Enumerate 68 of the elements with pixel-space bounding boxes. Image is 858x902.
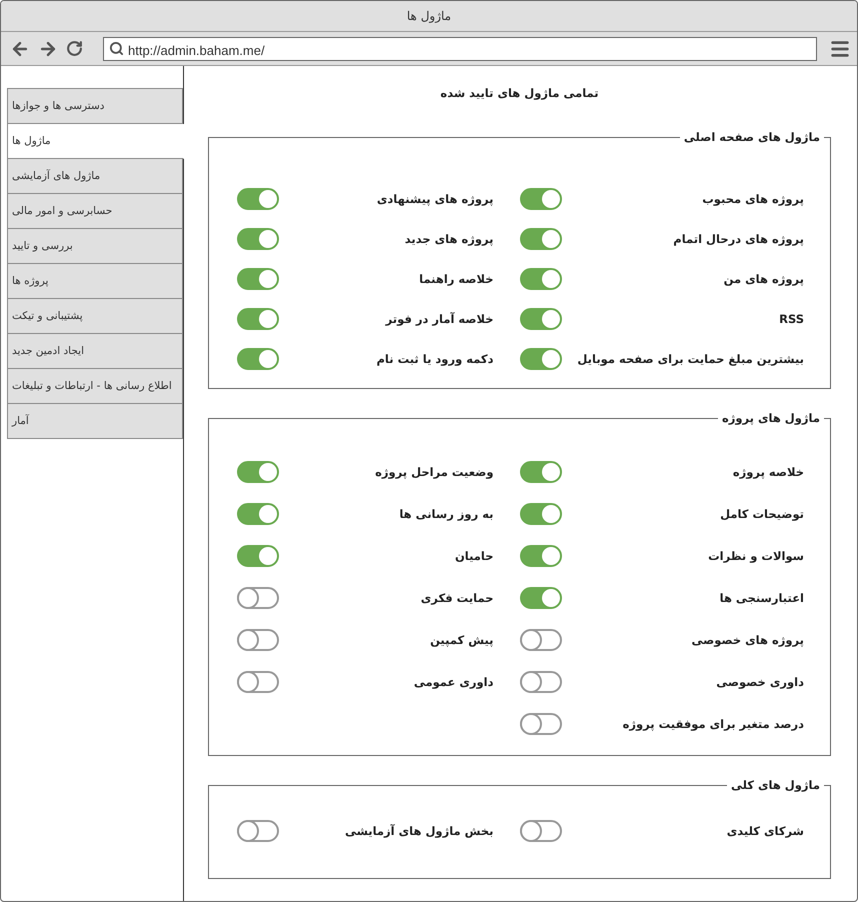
toggle-switch[interactable] [237,228,279,250]
toggle-switch[interactable] [520,820,562,842]
module-label: پروژه های جدید [404,232,494,246]
toggle-switch[interactable] [237,503,279,525]
toggle-switch[interactable] [237,348,279,370]
toggle-switch[interactable] [520,587,562,609]
sidebar-tab[interactable]: حسابرسی و امور مالی [7,194,183,229]
module-label: بیشترین مبلغ حمایت برای صفحه موبایل [576,352,804,366]
reload-icon[interactable] [66,40,83,58]
module-label: خلاصه پروژه [732,465,804,479]
module-label: خلاصه آمار در فوتر [384,312,494,326]
toggle-switch[interactable] [520,671,562,693]
sidebar-tab[interactable]: دسترسی ها و جوازها [7,88,183,124]
module-label: پروژه های محبوب [701,192,804,206]
group-title: ماژول های صفحه اصلی [682,130,821,144]
sidebar-tab[interactable]: آمار [7,404,183,439]
toggle-switch[interactable] [237,268,279,290]
page-heading: تمامی ماژول های تایید شده [439,86,600,100]
sidebar-tab[interactable]: ماژول ها [7,124,184,159]
module-label: بخش ماژول های آزمایشی [344,824,494,838]
module-label: پروژه های من [722,272,804,286]
module-label: پروژه های درحال اتمام [672,232,804,246]
module-label: حمایت فکری [420,591,494,605]
module-label: داوری عمومی [412,675,494,689]
module-label: شرکای کلیدی [726,824,804,838]
module-label: اعتبارسنجی ها [718,591,804,605]
toggle-switch[interactable] [520,503,562,525]
toggle-switch[interactable] [237,820,279,842]
toggle-switch[interactable] [237,629,279,651]
toggle-switch[interactable] [237,461,279,483]
module-label: RSS [778,312,804,326]
module-label: درصد متغیر برای موفقیت پروژه [622,717,804,731]
sidebar-tab[interactable]: پروژه ها [7,264,183,299]
toggle-switch[interactable] [520,348,562,370]
search-icon [109,41,124,56]
toggle-switch[interactable] [237,188,279,210]
toggle-switch[interactable] [237,308,279,330]
toggle-switch[interactable] [520,545,562,567]
sidebar-tab[interactable]: پشتیبانی و تیکت [7,299,183,334]
module-label: دکمه ورود یا ثبت نام [376,352,494,366]
sidebar-tab[interactable]: ایجاد ادمین جدید [7,334,183,369]
module-label: حامیان [454,549,494,563]
sidebar-tab[interactable]: ماژول های آزمایشی [7,159,183,194]
module-label: وضعیت مراحل پروژه [374,465,494,479]
sidebar-tab[interactable]: اطلاع رسانی ها - ارتباطات و تبلیغات [7,369,183,404]
toggle-switch[interactable] [237,671,279,693]
sidebar-tab[interactable]: بررسی و تایید [7,229,183,264]
module-label: داوری خصوصی [715,675,804,689]
group-title: ماژول های کلی [730,778,821,792]
toggle-switch[interactable] [237,587,279,609]
toggle-switch[interactable] [520,188,562,210]
module-label: پیش کمپین [429,633,494,647]
toggle-switch[interactable] [520,228,562,250]
toggle-switch[interactable] [520,461,562,483]
module-label: پروژه های پیشنهادی [376,192,494,206]
toggle-switch[interactable] [520,268,562,290]
module-label: پروژه های خصوصی [690,633,804,647]
window-title: ماژول ها [406,9,452,24]
toggle-switch[interactable] [237,545,279,567]
module-label: توضیحات کامل [719,507,804,521]
toggle-switch[interactable] [520,713,562,735]
address-field[interactable]: http://admin.baham.me/ [103,36,817,61]
module-label: سوالات و نظرات [707,549,804,563]
toggle-switch[interactable] [520,308,562,330]
group-title: ماژول های پروژه [720,411,821,425]
toggle-switch[interactable] [520,629,562,651]
module-label: به روز رسانی ها [398,507,494,521]
module-label: خلاصه راهنما [418,272,494,286]
